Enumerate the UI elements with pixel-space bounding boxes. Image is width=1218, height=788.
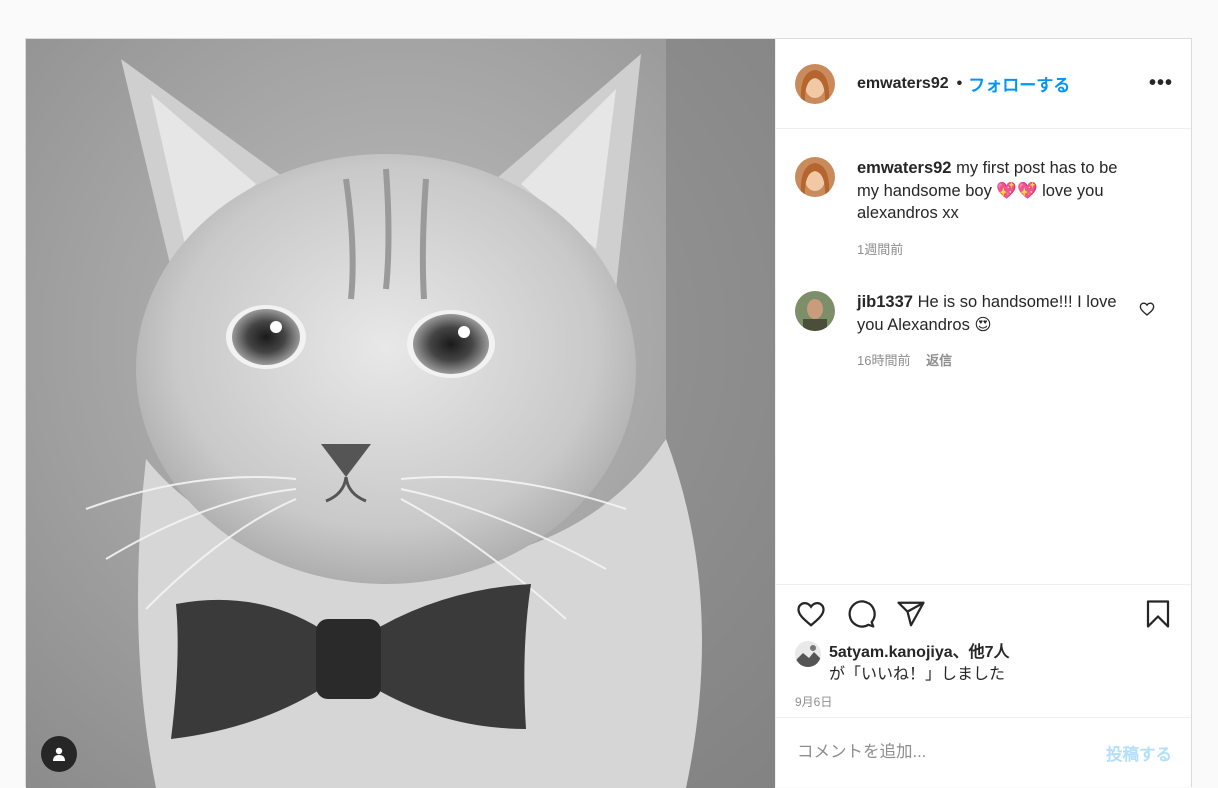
caption-time[interactable]: 1週間前 [857, 242, 903, 257]
comment-body: jib1337 He is so handsome!!! I love you … [857, 291, 1143, 373]
like-button[interactable] [795, 598, 827, 630]
user-tag-button[interactable] [41, 736, 77, 772]
post-sidebar: emwaters92 • フォローする ••• emwaters92 my fi… [775, 39, 1191, 787]
comment-item: jib1337 He is so handsome!!! I love you … [795, 291, 1173, 373]
post-date[interactable]: 9月6日 [776, 686, 1191, 717]
post-container: emwaters92 • フォローする ••• emwaters92 my fi… [25, 38, 1192, 788]
caption-meta: 1週間前 [857, 239, 1143, 262]
likes-summary: 5atyam.kanojiya、他7人 が「いいね！」しました [776, 641, 1191, 686]
liker-avatar[interactable] [795, 641, 821, 667]
likes-text: 5atyam.kanojiya、他7人 が「いいね！」しました [829, 642, 1010, 686]
user-tag-icon [53, 747, 65, 761]
caption: emwaters92 my first post has to be my ha… [795, 157, 1173, 261]
comment-like-heart-icon[interactable] [1139, 301, 1155, 317]
save-button[interactable] [1142, 598, 1174, 630]
likes-others[interactable]: 他7人 [969, 644, 1010, 661]
heart-icon [797, 601, 825, 627]
post-header: emwaters92 • フォローする ••• [776, 39, 1191, 129]
comments-section: emwaters92 my first post has to be my ha… [776, 129, 1191, 584]
more-options-icon[interactable]: ••• [1149, 72, 1173, 95]
follow-button[interactable]: フォローする [968, 71, 1070, 96]
comment-input[interactable] [795, 742, 1106, 763]
author-avatar[interactable] [795, 63, 835, 104]
reply-button[interactable]: 返信 [926, 353, 952, 368]
caption-avatar[interactable] [795, 157, 835, 197]
separator-dot: • [956, 74, 963, 92]
add-comment-bar: 投稿する [776, 717, 1191, 787]
bookmark-icon [1146, 599, 1170, 628]
post-image[interactable] [26, 39, 775, 788]
comment-icon [848, 599, 876, 628]
comment-time[interactable]: 16時間前 [857, 353, 910, 368]
liker-username[interactable]: 5atyam.kanojiya [829, 644, 953, 661]
share-icon [897, 601, 925, 626]
author-username[interactable]: emwaters92 [857, 75, 949, 93]
likes-joiner: 、 [952, 644, 969, 661]
commenter-avatar[interactable] [795, 291, 835, 331]
comment-username[interactable]: jib1337 [857, 293, 913, 311]
comment-button[interactable] [845, 598, 877, 630]
post-comment-button[interactable]: 投稿する [1106, 741, 1172, 765]
cat-photo [26, 39, 775, 788]
share-button[interactable] [895, 598, 927, 630]
caption-body: emwaters92 my first post has to be my ha… [857, 157, 1143, 261]
comment-meta: 16時間前 返信 [857, 350, 1143, 373]
likes-suffix: が「いいね！」しました [829, 666, 1006, 683]
caption-username[interactable]: emwaters92 [857, 159, 951, 177]
action-bar [776, 584, 1191, 642]
